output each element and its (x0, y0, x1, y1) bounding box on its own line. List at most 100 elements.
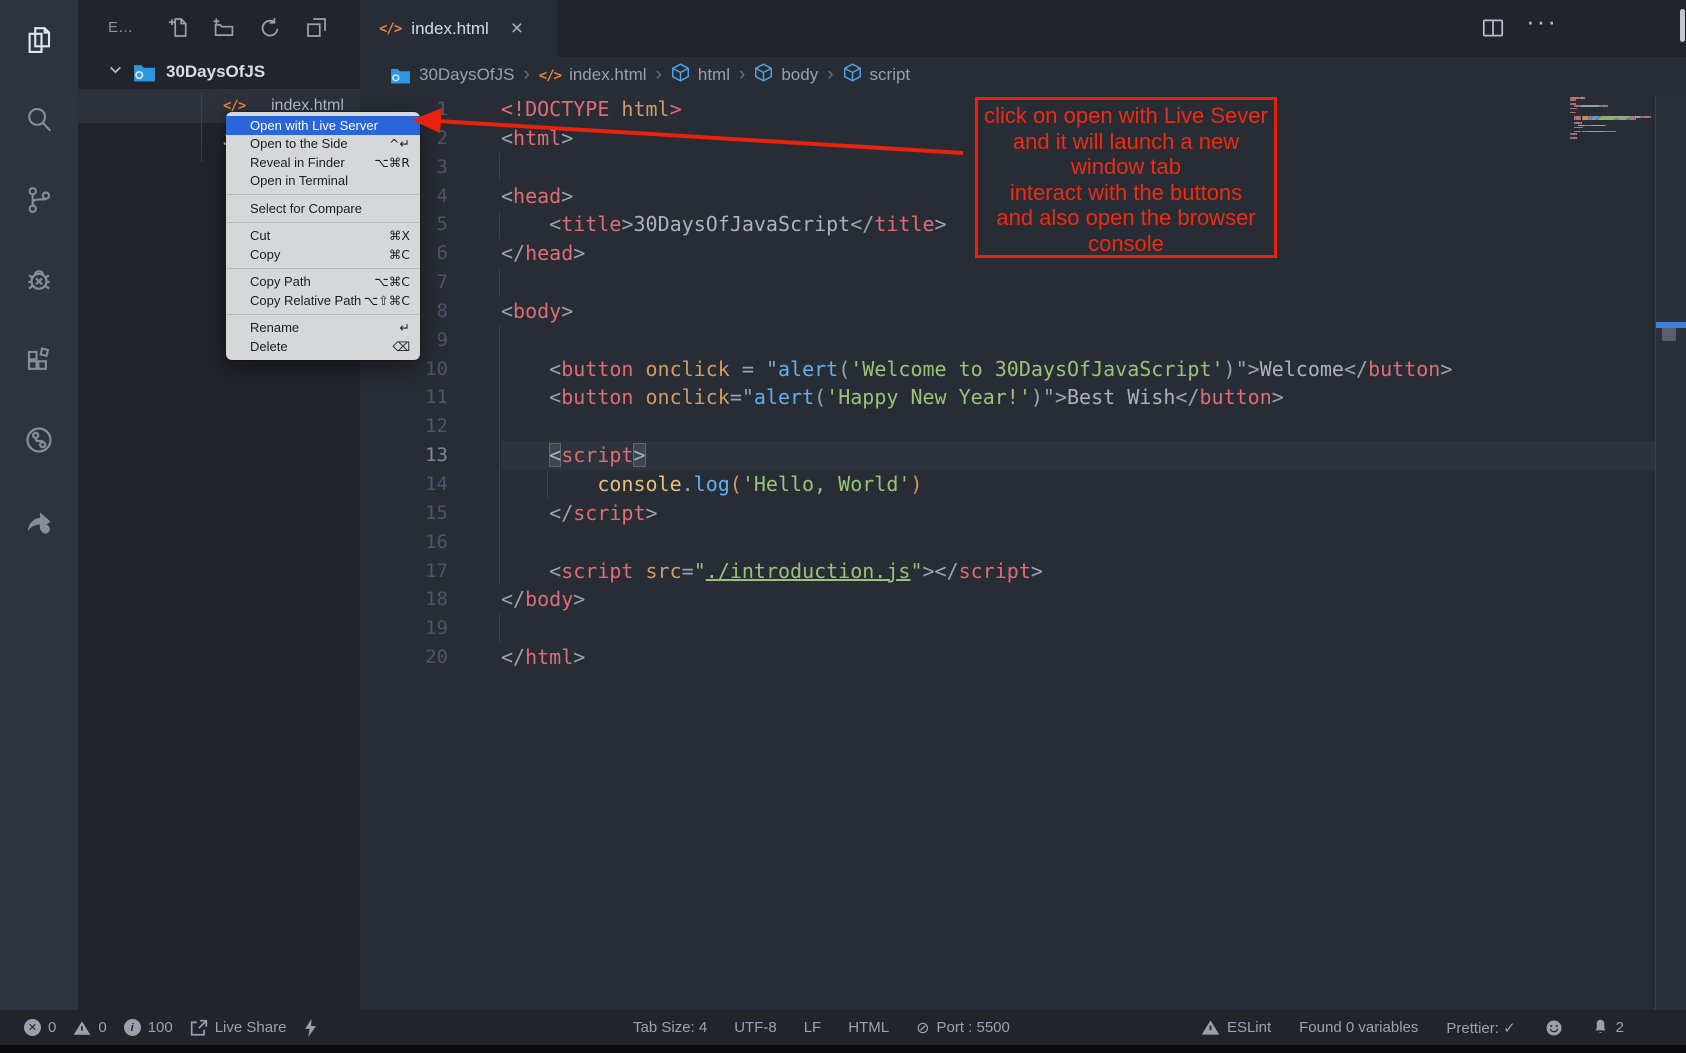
code-line-18[interactable]: 18</body> (360, 585, 1686, 614)
annotation-text-line: window tab (978, 154, 1274, 180)
split-editor-icon[interactable] (1480, 15, 1506, 46)
code-line-10[interactable]: 10 <button onclick = "alert('Welcome to … (360, 355, 1686, 384)
more-actions-icon[interactable]: ··· (1526, 6, 1558, 37)
live-share-icon[interactable] (0, 400, 78, 480)
code-line-11[interactable]: 11 <button onclick="alert('Happy New Yea… (360, 383, 1686, 412)
indent-guide (499, 557, 500, 586)
close-tab-icon[interactable]: × (511, 18, 523, 39)
status-port-label: Port : 5500 (936, 1019, 1009, 1036)
vscode-window: E… 30DaysOfJS </>index.htmlJSintroduc (0, 0, 1686, 1053)
new-folder-icon[interactable] (209, 15, 239, 41)
menu-item-copy-relative-path[interactable]: Copy Relative Path⌥⇧⌘C (226, 291, 420, 310)
code-line-19[interactable]: 19 (360, 614, 1686, 643)
line-number: 18 (360, 585, 448, 614)
new-file-icon[interactable] (163, 15, 193, 41)
breadcrumb-separator: › (523, 64, 529, 86)
run-debug-icon[interactable] (0, 240, 78, 320)
status-port[interactable]: ⊘Port : 5500 (916, 1018, 1010, 1037)
menu-item-shortcut: ⌫ (392, 339, 410, 354)
menu-item-label: Rename (250, 320, 400, 335)
breadcrumb-item-body[interactable]: body (754, 63, 818, 87)
minimap-line (1575, 99, 1576, 101)
collapse-folders-icon[interactable] (301, 15, 331, 41)
extensions-icon[interactable] (0, 320, 78, 400)
menu-item-delete[interactable]: Delete⌫ (226, 337, 420, 356)
symbol-cube-icon (754, 67, 773, 86)
menu-item-copy-path[interactable]: Copy Path⌥⌘C (226, 273, 420, 292)
minimap-line (1618, 118, 1627, 120)
status-variables-label: Found 0 variables (1299, 1019, 1418, 1036)
refresh-icon[interactable] (255, 15, 285, 41)
info-icon: i (124, 1019, 141, 1036)
menu-item-reveal-in-finder[interactable]: Reveal in Finder⌥⌘R (226, 153, 420, 172)
code-text: <!DOCTYPE html> (501, 95, 682, 124)
status-notifications[interactable]: 2 (1592, 1018, 1624, 1037)
folder-icon (133, 63, 156, 82)
menu-item-rename[interactable]: Rename↵ (226, 319, 420, 338)
minimap-line (1584, 97, 1585, 99)
menu-item-open-to-the-side[interactable]: Open to the Side^↵ (226, 135, 420, 154)
minimap-line (1643, 116, 1649, 118)
code-line-13[interactable]: 13 <script> (360, 441, 1686, 470)
menu-item-shortcut: ^↵ (389, 136, 410, 151)
explorer-icon[interactable] (0, 0, 78, 80)
code-line-17[interactable]: 17 <script src="./introduction.js"></scr… (360, 557, 1686, 586)
status-eol[interactable]: LF (804, 1019, 822, 1036)
code-line-16[interactable]: 16 (360, 528, 1686, 557)
minimap[interactable] (1568, 97, 1654, 167)
code-line-20[interactable]: 20</html> (360, 643, 1686, 672)
status-live-share-label: Live Share (215, 1019, 287, 1036)
code-line-9[interactable]: 9 (360, 326, 1686, 355)
sidebar-item-30daysofjs[interactable]: 30DaysOfJS (78, 55, 360, 89)
status-bolt[interactable] (303, 1018, 318, 1038)
search-icon[interactable] (0, 80, 78, 160)
status-infos[interactable]: i100 (124, 1019, 173, 1036)
menu-item-label: Delete (250, 339, 392, 354)
minimap-line (1607, 105, 1608, 107)
status-tab-size[interactable]: Tab Size: 4 (633, 1019, 707, 1036)
menu-item-copy[interactable]: Copy⌘C (226, 245, 420, 264)
breadcrumb-item-script[interactable]: script (843, 63, 911, 87)
share-icon[interactable] (0, 480, 78, 560)
menu-item-cut[interactable]: Cut⌘X (226, 227, 420, 246)
breadcrumb-item-30daysofjs[interactable]: 30DaysOfJS (390, 65, 514, 85)
menu-item-select-for-compare[interactable]: Select for Compare (226, 199, 420, 218)
editor-scrollbar-thumb[interactable] (1662, 327, 1676, 341)
code-line-7[interactable]: 7 (360, 268, 1686, 297)
window-scrollbar-thumb[interactable] (1680, 9, 1685, 42)
status-encoding[interactable]: UTF-8 (734, 1019, 777, 1036)
indent-guide (499, 326, 500, 355)
annotation-text-line: interact with the buttons (978, 180, 1274, 206)
status-errors[interactable]: ✕0 (24, 1019, 56, 1036)
code-line-12[interactable]: 12 (360, 412, 1686, 441)
breadcrumb-item-html[interactable]: html (671, 63, 730, 87)
tab-index-html[interactable]: </> index.html × (360, 0, 557, 57)
minimap-line (1602, 105, 1607, 107)
menu-item-label: Copy (250, 247, 389, 262)
status-middle-group: Tab Size: 4 UTF-8 LF HTML ⊘Port : 5500 (633, 1010, 1010, 1045)
code-line-8[interactable]: 8<body> (360, 297, 1686, 326)
code-text: <script src="./introduction.js"></script… (501, 557, 1043, 586)
code-line-15[interactable]: 15 </script> (360, 499, 1686, 528)
status-prettier[interactable]: Prettier: ✓ (1446, 1019, 1515, 1037)
indent-guide (499, 614, 500, 643)
status-language[interactable]: HTML (848, 1019, 889, 1036)
html-file-icon: </> (379, 21, 401, 37)
breadcrumb-separator: › (739, 64, 745, 86)
source-control-icon[interactable] (0, 160, 78, 240)
status-eslint[interactable]: ESLint (1201, 1019, 1271, 1036)
minimap-line (1576, 133, 1577, 135)
code-line-14[interactable]: 14 console.log('Hello, World') (360, 470, 1686, 499)
status-variables[interactable]: Found 0 variables (1299, 1019, 1418, 1036)
breadcrumb-item-index-html[interactable]: </>index.html (539, 65, 647, 85)
menu-item-open-with-live-server[interactable]: Open with Live Server (226, 116, 420, 135)
code-text: </html> (501, 643, 585, 672)
status-right-group: ESLint Found 0 variables Prettier: ✓ 2 (1201, 1010, 1624, 1045)
status-warnings[interactable]: 0 (73, 1019, 106, 1036)
menu-item-open-in-terminal[interactable]: Open in Terminal (226, 172, 420, 191)
status-feedback[interactable] (1544, 1018, 1564, 1038)
minimap-line (1576, 137, 1577, 139)
status-live-share[interactable]: Live Share (190, 1019, 287, 1037)
minimap-line (1587, 131, 1604, 133)
line-number: 12 (360, 412, 448, 441)
